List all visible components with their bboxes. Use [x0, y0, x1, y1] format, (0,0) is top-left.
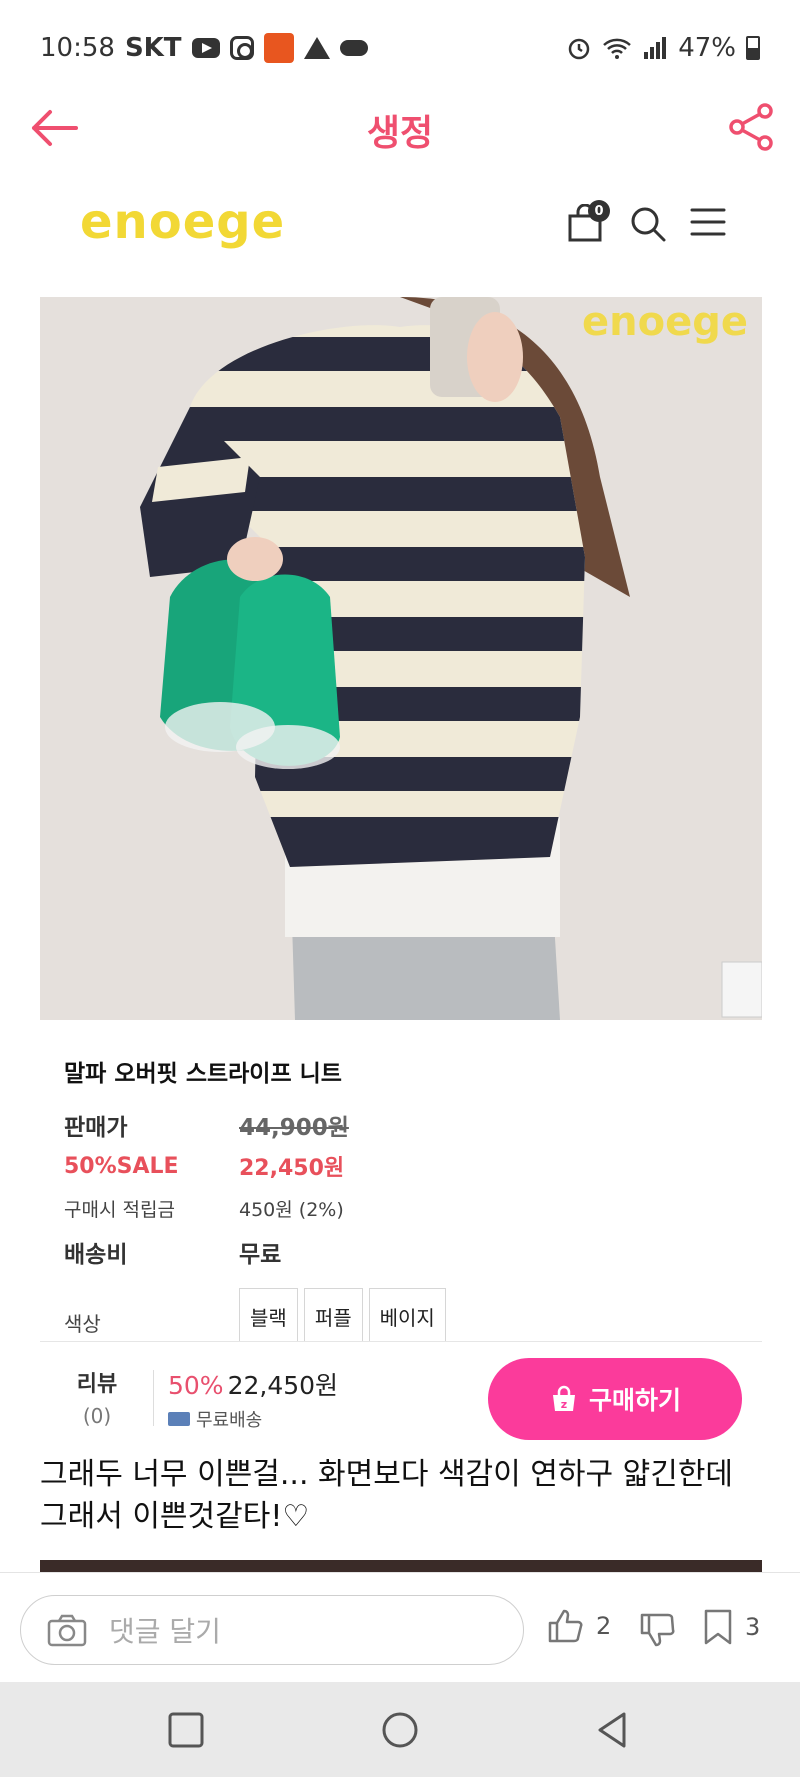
page-title: 생정: [366, 113, 434, 154]
alarm-icon: [568, 38, 590, 60]
comment-bar: 댓글 달기 2 3: [0, 1572, 800, 1682]
back-icon[interactable]: [592, 1710, 632, 1750]
status-right: 47%: [566, 33, 760, 63]
review-count: (0): [82, 1404, 112, 1428]
color-option-purple[interactable]: 퍼플: [303, 1288, 363, 1344]
free-shipping-label: 무료배송: [196, 1410, 263, 1431]
points-label: 구매시 적립금: [64, 1199, 175, 1221]
shop-header: enoege 0: [0, 190, 800, 260]
product-photo-illustration: [40, 297, 762, 1020]
color-options: 블랙 퍼플 베이지: [239, 1288, 446, 1344]
shopping-bag-icon: z: [552, 1385, 575, 1411]
bookmark-icon[interactable]: [703, 1609, 733, 1645]
battery-icon: [746, 36, 760, 60]
svg-text:z: z: [561, 1398, 567, 1411]
free-shipping: 무료배송: [168, 1406, 262, 1432]
cloud-icon: [339, 40, 368, 56]
post-comment-text: 그래두 너무 이쁜걸... 화면보다 색감이 연하구 얇긴한데 그래서 이쁜것같…: [40, 1457, 734, 1534]
color-option-beige[interactable]: 베이지: [368, 1288, 446, 1344]
app-header: 생정: [0, 96, 800, 160]
image-watermark: enoege: [582, 299, 748, 345]
truck-icon: [168, 1412, 190, 1426]
system-nav-bar: [0, 1682, 800, 1777]
comment-input[interactable]: 댓글 달기: [20, 1595, 524, 1665]
original-price: 44,900원: [239, 1115, 349, 1141]
color-option-black[interactable]: 블랙: [239, 1288, 298, 1344]
bookmark-count: 3: [745, 1613, 761, 1641]
clock: 10:58: [40, 33, 115, 63]
thumbs-down-icon[interactable]: [640, 1613, 676, 1647]
app-notification-icon: [263, 33, 294, 63]
review-summary[interactable]: 리뷰 (0): [40, 1342, 154, 1446]
price-row: 판매가 44,900원: [64, 1108, 744, 1142]
youtube-icon: [191, 38, 220, 58]
purchase-bar: 리뷰 (0) 50% 22,450원 무료배송 z 구매하기: [40, 1341, 762, 1445]
points-row: 구매시 적립금 450원 (2%): [64, 1195, 744, 1222]
bar-discount: 50%: [168, 1371, 224, 1400]
price-label: 판매가: [64, 1115, 128, 1141]
thumbs-up-icon[interactable]: [548, 1609, 584, 1643]
status-bar: 10:58 SKT 47%: [0, 0, 800, 96]
share-icon[interactable]: [728, 102, 774, 152]
comment-placeholder: 댓글 달기: [109, 1615, 221, 1648]
wifi-icon: [603, 38, 632, 59]
cart-count-badge: 0: [588, 200, 610, 222]
shipping-value: 무료: [239, 1242, 282, 1268]
bookmark-action[interactable]: 3: [703, 1609, 760, 1645]
bar-price: 50% 22,450원: [168, 1366, 338, 1402]
shipping-row: 배송비 무료: [64, 1235, 744, 1269]
warning-icon: [303, 37, 330, 59]
home-icon[interactable]: [380, 1710, 420, 1750]
sale-price: 22,450원: [239, 1156, 345, 1181]
divider: [153, 1370, 154, 1426]
shipping-label: 배송비: [64, 1242, 128, 1268]
shop-logo[interactable]: enoege: [80, 194, 285, 250]
signal-icon: [644, 37, 667, 59]
color-label: 색상: [64, 1312, 101, 1336]
color-row: 색상 블랙 퍼플 베이지: [64, 1288, 744, 1344]
buy-button[interactable]: z 구매하기: [488, 1358, 742, 1440]
status-left: 10:58 SKT: [40, 33, 368, 63]
search-icon[interactable]: [628, 204, 668, 244]
recent-apps-icon[interactable]: [166, 1710, 206, 1750]
menu-icon[interactable]: [690, 206, 726, 238]
bar-sale-price: 22,450원: [227, 1371, 339, 1400]
battery-percent: 47%: [678, 33, 736, 63]
buy-button-label: 구매하기: [588, 1386, 681, 1415]
sale-row: 50%SALE 22,450원: [64, 1150, 744, 1182]
like-action[interactable]: 2: [548, 1609, 611, 1643]
instagram-icon: [229, 36, 254, 60]
product-photo[interactable]: enoege: [40, 297, 762, 1020]
sale-label: 50%SALE: [64, 1153, 179, 1179]
camera-icon[interactable]: [47, 1613, 87, 1647]
review-label: 리뷰: [76, 1372, 118, 1397]
carrier: SKT: [124, 33, 182, 63]
product-name: 말파 오버핏 스트라이프 니트: [64, 1061, 342, 1087]
points-value: 450원 (2%): [239, 1199, 344, 1221]
like-count: 2: [596, 1612, 612, 1640]
